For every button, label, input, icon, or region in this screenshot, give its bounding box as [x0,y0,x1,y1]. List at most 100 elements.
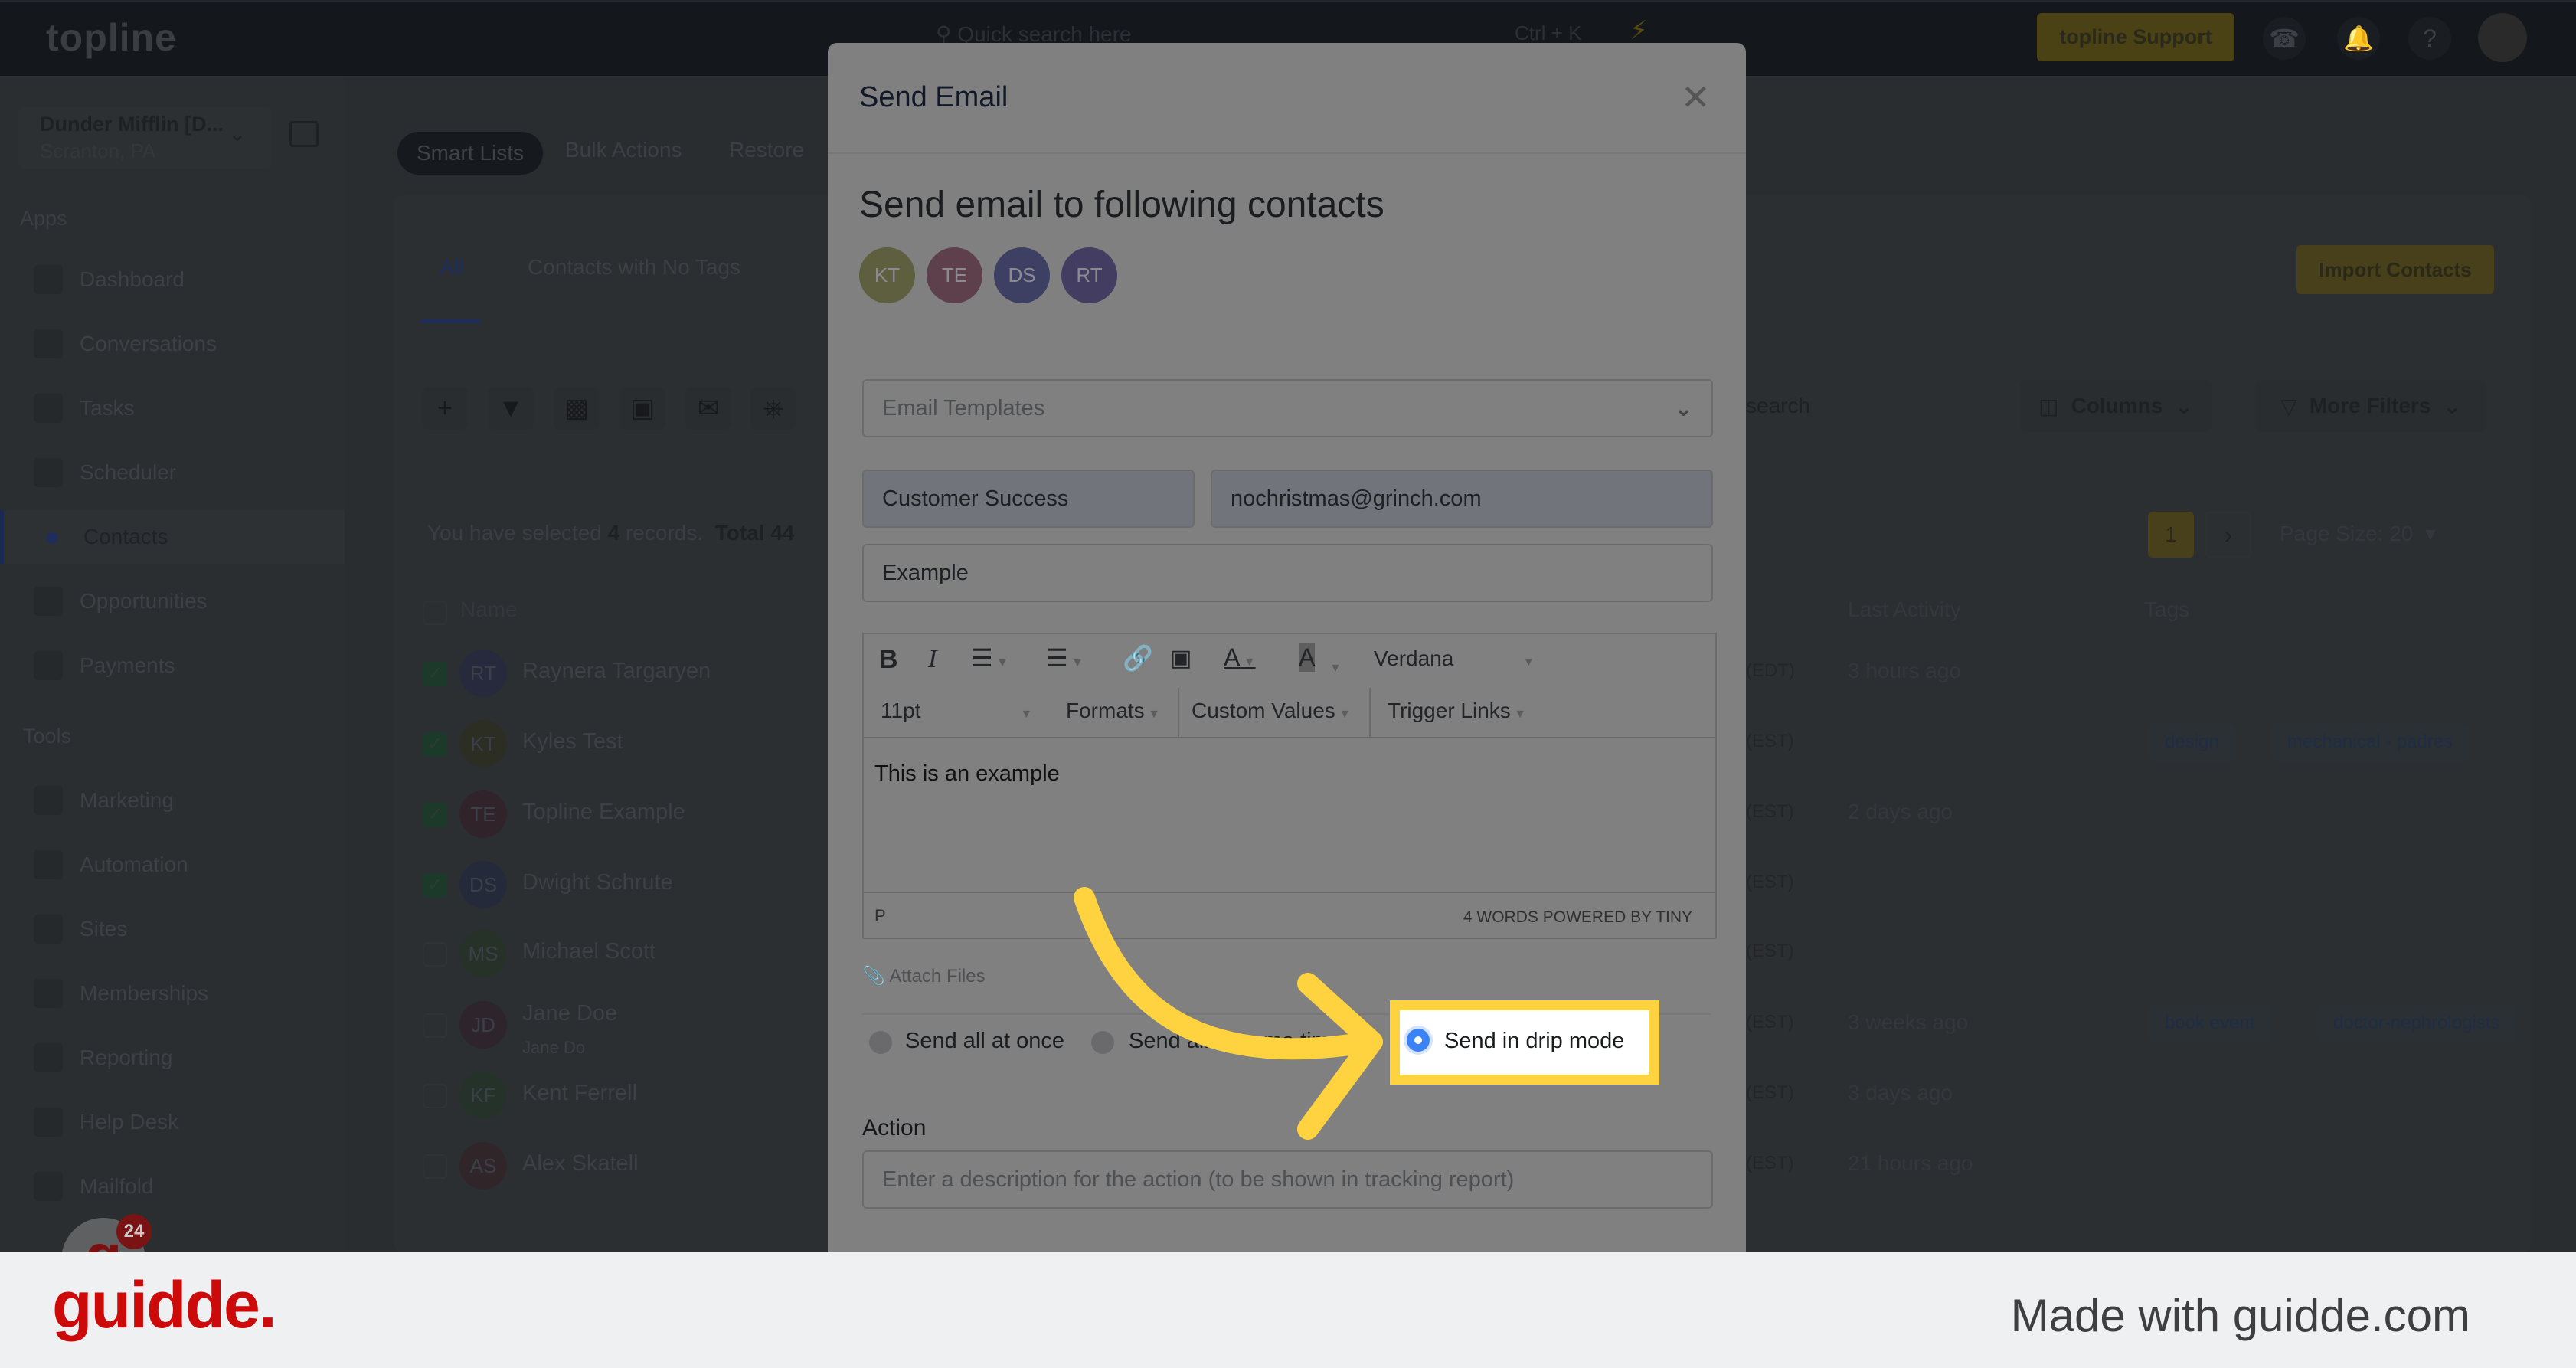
bold-icon[interactable]: B [879,645,898,675]
radio-label-send-all-at-once[interactable]: Send all at once [905,1029,1064,1054]
contact-name[interactable]: Topline Example [522,800,685,825]
radio-send-all-at-once[interactable] [869,1031,892,1054]
column-header-name[interactable]: Name [460,597,518,622]
tag-add-icon[interactable]: ⎈ [750,387,796,430]
tab-all[interactable]: All [440,255,463,280]
sidebar-item-opportunities[interactable]: Opportunities [0,574,345,628]
sidebar-toggle-icon[interactable] [289,121,319,147]
attach-files-button[interactable]: 📎 Attach Files [862,965,986,987]
contact-name[interactable]: Alex Skatell [522,1151,639,1177]
sidebar-item-reporting[interactable]: Reporting [0,1031,345,1085]
select-all-checkbox[interactable] [423,601,447,625]
editor-body[interactable]: This is an example [874,761,1060,787]
import-contacts-button[interactable]: Import Contacts [2296,245,2494,294]
formats-menu[interactable]: Formats ▼ [1066,699,1160,723]
tab-no-tags[interactable]: Contacts with No Tags [528,255,740,280]
italic-icon[interactable]: I [928,645,937,674]
tag-badge[interactable]: doctor-nephrologists [2316,1004,2517,1042]
avatar[interactable] [2478,13,2527,62]
sidebar-item-payments[interactable]: Payments [0,639,345,692]
contact-name[interactable]: Kyles Test [522,729,623,754]
subtab-restore[interactable]: Restore [729,138,804,162]
sidebar-item-dashboard[interactable]: Dashboard [0,253,345,306]
custom-values-menu[interactable]: Custom Values ▼ [1192,699,1351,723]
row-checkbox[interactable]: ✓ [423,732,447,757]
close-icon[interactable]: ✕ [1681,77,1711,118]
radio-send-in-drip-mode[interactable] [1407,1029,1430,1052]
bell-icon[interactable]: 🔔 [2337,17,2380,60]
sidebar-item-memberships[interactable]: Memberships [0,967,345,1020]
add-icon[interactable]: + [422,387,468,430]
subtab-smart-lists[interactable]: Smart Lists [397,132,543,175]
chevron-down-icon[interactable]: ⌄ [228,121,246,146]
font-family-select[interactable]: Verdana ▼ [1374,646,1535,671]
radio-label-send-all-at-time[interactable]: Send all at some time [1129,1029,1342,1054]
sidebar-item-help-desk[interactable]: Help Desk [0,1095,345,1149]
sidebar-item-automation[interactable]: Automation [0,838,345,892]
phone-icon[interactable]: ☎ [2263,17,2306,60]
contact-name[interactable]: Raynera Targaryen [522,659,711,684]
contact-name[interactable]: Michael Scott [522,939,655,964]
action-description-input[interactable]: Enter a description for the action (to b… [862,1150,1713,1209]
robot-icon[interactable]: ▩ [554,387,600,430]
page-size-select[interactable]: Page Size: 20 ▾ [2280,521,2436,546]
attach-files-label: Attach Files [889,966,986,987]
row-checkbox[interactable] [423,1013,447,1038]
help-icon[interactable]: ? [2408,17,2451,60]
page-size-value: Page Size: 20 [2280,522,2414,545]
more-filters-button[interactable]: ▽ More Filters ⌄ [2255,380,2486,432]
text-color-icon[interactable]: A ▼ [1224,643,1256,672]
row-checkbox[interactable]: ✓ [423,662,447,686]
tag-badge[interactable]: book event [2148,1004,2272,1042]
email-icon[interactable]: ✉ [685,387,731,430]
subtab-bulk-actions[interactable]: Bulk Actions [565,138,682,162]
page-1-button[interactable]: 1 [2148,512,2194,558]
avatar: DS [459,861,507,908]
tag-badge[interactable]: mechanical - padres [2270,723,2470,761]
background-color-icon[interactable]: A [1299,643,1316,672]
row-checkbox[interactable] [423,942,447,967]
sidebar-item-conversations[interactable]: Conversations [0,317,345,371]
caret-icon[interactable]: ▼ [1329,653,1342,677]
bullet-list-icon[interactable]: ☰ ▼ [971,643,1008,673]
radio-label-send-in-drip-mode[interactable]: Send in drip mode [1444,1029,1624,1054]
contact-name[interactable]: Kent Ferrell [522,1081,637,1106]
row-checkbox[interactable] [423,1154,447,1179]
lightning-icon[interactable]: ⚡ [1630,15,1648,46]
row-checkbox[interactable]: ✓ [423,803,447,827]
link-icon[interactable]: 🔗 [1123,643,1153,673]
sidebar-item-sites[interactable]: Sites [0,902,345,956]
tag-badge[interactable]: design [2148,723,2236,761]
from-name-field[interactable]: Customer Success [862,470,1195,528]
subject-field[interactable]: Example [862,544,1713,602]
column-header-last-activity[interactable]: Last Activity [1848,597,1961,622]
sidebar-item-label: Mailfold [80,1174,154,1198]
numbered-list-icon[interactable]: ☰ ▼ [1046,643,1084,673]
filter-icon[interactable]: ▼ [488,387,534,430]
last-activity: 3 weeks ago [1848,1010,1969,1034]
support-button[interactable]: topline Support [2037,13,2234,61]
avatar: RT [459,650,507,697]
radio-send-all-at-time[interactable] [1091,1031,1114,1054]
from-email-field[interactable]: nochristmas@grinch.com [1211,470,1713,528]
columns-button[interactable]: ◫ Columns ⌄ [2020,380,2212,432]
contact-name[interactable]: Dwight Schrute [522,870,673,895]
sidebar-item-tasks[interactable]: Tasks [0,381,345,435]
sidebar-item-marketing[interactable]: Marketing [0,774,345,827]
font-size-select[interactable]: 11pt ▼ [881,699,1032,723]
contact-name[interactable]: Jane Doe [522,1001,617,1026]
image-icon[interactable]: ▣ [1170,645,1192,672]
trigger-links-menu[interactable]: Trigger Links ▼ [1388,699,1526,723]
row-checkbox[interactable]: ✓ [423,873,447,898]
sidebar-item-contacts[interactable]: ● Contacts [0,510,345,564]
sidebar-item-scheduler[interactable]: Scheduler [0,446,345,499]
message-icon[interactable]: ▣ [619,387,665,430]
email-templates-select[interactable]: Email Templates ⌄ [862,379,1713,437]
topline-logo[interactable]: topline [46,15,177,60]
columns-label: Columns [2071,394,2163,417]
sidebar-item-mailfold[interactable]: Mailfold [0,1160,345,1213]
contact-search-input[interactable]: search [1738,380,1991,432]
row-checkbox[interactable] [423,1084,447,1108]
next-page-button[interactable]: › [2205,512,2251,558]
word-count: 4 WORDS POWERED BY TINY [1463,908,1692,926]
